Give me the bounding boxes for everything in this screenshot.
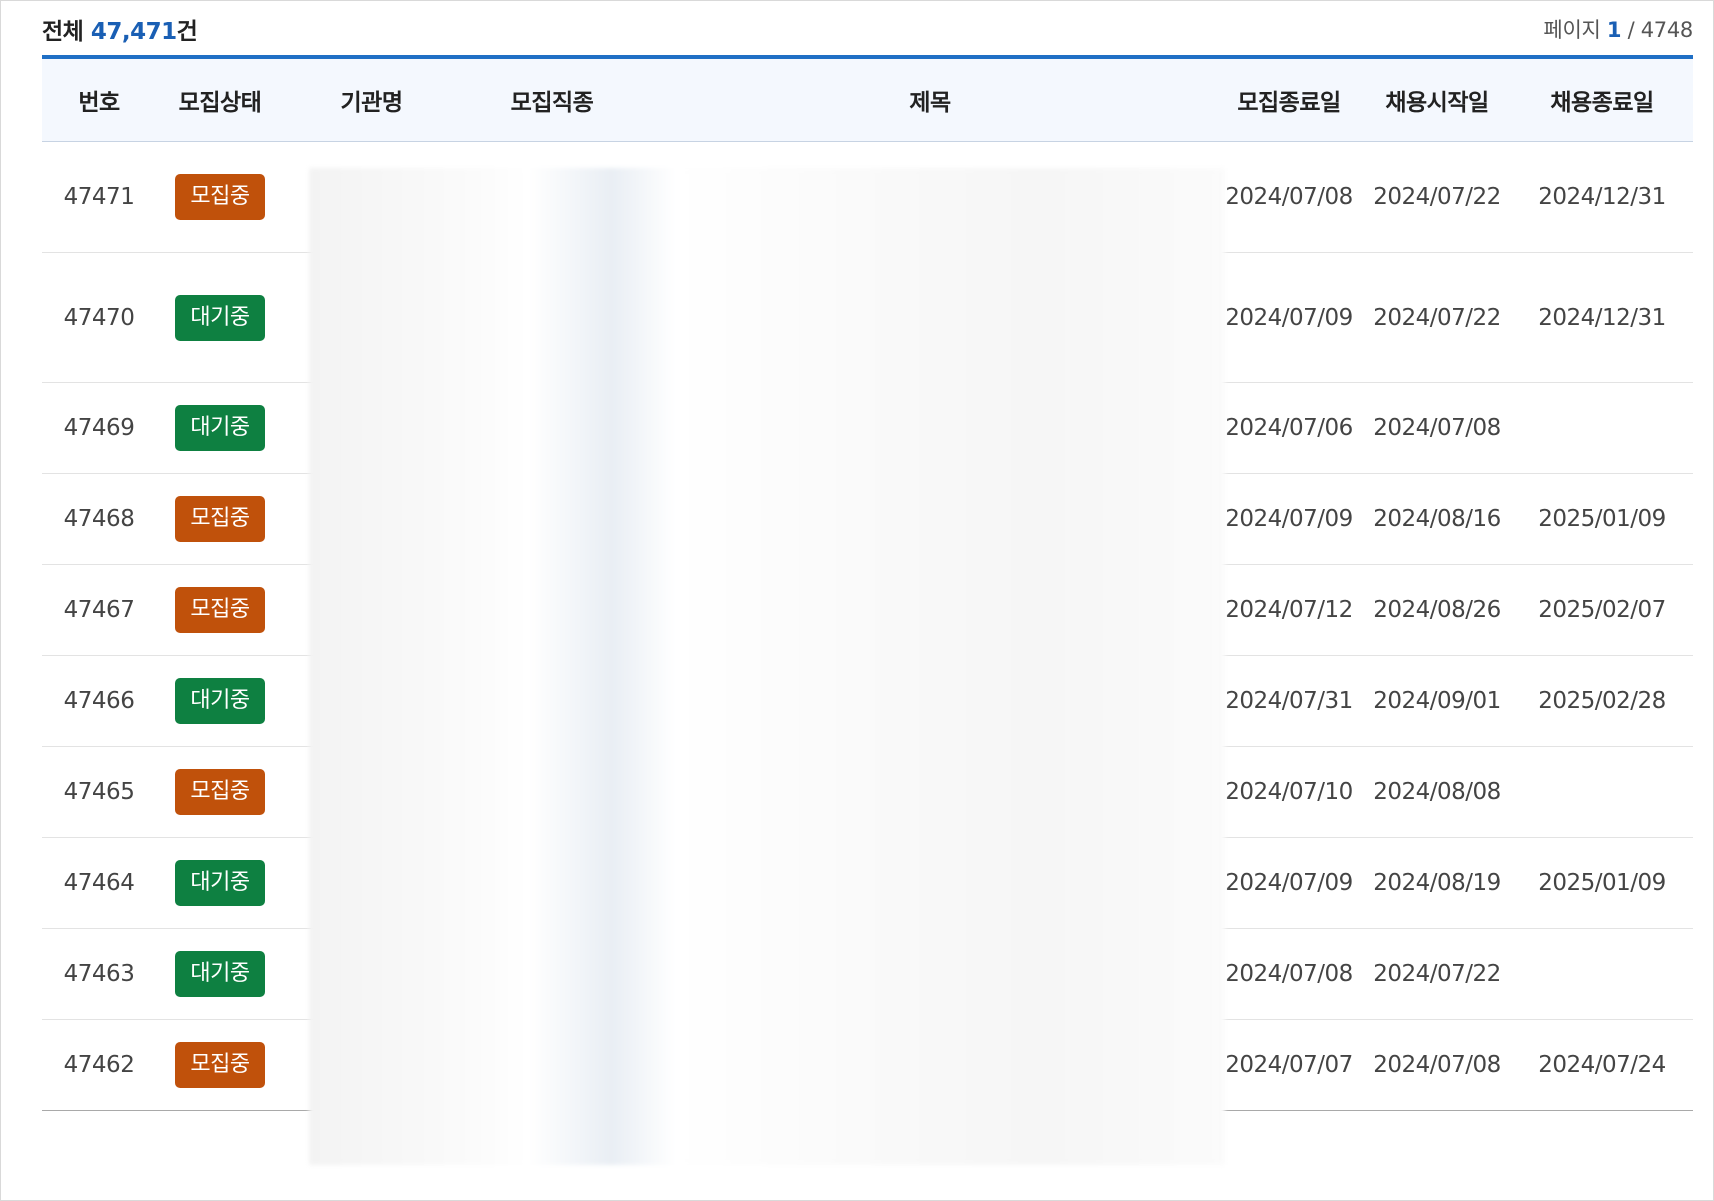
total-prefix: 전체 (42, 19, 84, 45)
hire-start-date: 2024/07/08 (1363, 382, 1511, 474)
status-cell: 대기중 (156, 382, 284, 474)
column-header-organization: 기관명 (284, 57, 459, 142)
recruit-end-date: 2024/07/31 (1215, 655, 1363, 747)
hire-end-date (1511, 382, 1693, 474)
row-number: 47470 (42, 252, 156, 383)
total-pages: 4748 (1640, 18, 1694, 42)
total-count: 전체 47,471건 (42, 12, 198, 46)
hire-start-date: 2024/07/22 (1363, 141, 1511, 253)
recruit-end-date: 2024/07/09 (1215, 473, 1363, 565)
page-indicator: 페이지 1 / 4748 (1543, 14, 1693, 44)
hire-start-date: 2024/07/22 (1363, 928, 1511, 1020)
column-header-status: 모집상태 (156, 57, 284, 142)
row-number: 47462 (63, 1052, 135, 1078)
row-number: 47471 (42, 141, 156, 253)
table-header-row: 번호 모집상태 기관명 모집직종 제목 모집종료일 채용시작일 채용종료일 (42, 57, 1693, 142)
status-badge: 대기중 (175, 405, 265, 451)
status-badge: 모집중 (175, 496, 265, 542)
status-cell: 모집중 (156, 141, 284, 253)
row-number: 47463 (42, 928, 156, 1020)
column-header-job-type: 모집직종 (459, 57, 645, 142)
job-list-panel: 전체 47,471건 페이지 1 / 4748 번호 모집상태 기관명 모집직종… (0, 0, 1714, 1201)
status-cell: 모집중 (156, 473, 284, 565)
hire-end-date: 2025/02/28 (1511, 655, 1693, 747)
hire-end-date: 2025/01/09 (1511, 837, 1693, 929)
recruit-end-date: 2024/07/09 (1215, 837, 1363, 929)
recruit-end-date: 2024/07/08 (1215, 928, 1363, 1020)
status-cell: 대기중 (156, 928, 284, 1020)
status-cell: 모집중 (156, 564, 284, 656)
hire-end-date: 2024/07/24 (1538, 1052, 1666, 1078)
page-label: 페이지 (1543, 18, 1601, 42)
row-number: 47467 (42, 564, 156, 656)
recruit-end-date: 2024/07/07 (1225, 1052, 1353, 1078)
hire-start-date: 2024/08/19 (1363, 837, 1511, 929)
recruit-end-date: 2024/07/09 (1215, 252, 1363, 383)
list-summary-bar: 전체 47,471건 페이지 1 / 4748 (42, 13, 1693, 45)
total-count-value: 47,471 (90, 19, 177, 45)
status-badge: 모집중 (175, 174, 265, 220)
recruit-end-date: 2024/07/12 (1215, 564, 1363, 656)
status-badge: 모집중 (175, 587, 265, 633)
row-number: 47468 (42, 473, 156, 565)
status-badge: 대기중 (175, 678, 265, 724)
row-number: 47465 (42, 746, 156, 838)
status-cell: 대기중 (156, 252, 284, 383)
column-header-hire-start: 채용시작일 (1363, 57, 1511, 142)
column-header-title: 제목 (645, 57, 1215, 142)
recruit-end-date: 2024/07/10 (1215, 746, 1363, 838)
hire-end-date (1511, 928, 1693, 1020)
hire-end-date: 2025/02/07 (1511, 564, 1693, 656)
recruit-end-date: 2024/07/08 (1215, 141, 1363, 253)
hire-end-date: 2024/12/31 (1511, 252, 1693, 383)
redacted-content-mask (309, 168, 1225, 1165)
hire-end-date: 2024/12/31 (1511, 141, 1693, 253)
current-page: 1 (1606, 18, 1622, 42)
status-cell: 대기중 (156, 837, 284, 929)
status-cell: 모집중 (156, 1020, 284, 1111)
status-badge: 대기중 (175, 294, 265, 341)
status-cell: 대기중 (156, 655, 284, 747)
status-badge: 모집중 (175, 1042, 265, 1088)
status-badge: 대기중 (175, 860, 265, 906)
row-number: 47464 (42, 837, 156, 929)
status-badge: 모집중 (175, 769, 265, 815)
column-header-number: 번호 (42, 57, 156, 142)
row-number: 47469 (42, 382, 156, 474)
hire-start-date: 2024/07/22 (1363, 252, 1511, 383)
column-header-recruit-end: 모집종료일 (1215, 57, 1363, 142)
page-separator: / (1627, 18, 1635, 42)
status-cell: 모집중 (156, 746, 284, 838)
total-suffix: 건 (176, 19, 198, 45)
hire-start-date: 2024/08/08 (1363, 746, 1511, 838)
column-header-hire-end: 채용종료일 (1511, 57, 1693, 142)
hire-end-date: 2025/01/09 (1511, 473, 1693, 565)
hire-start-date: 2024/08/26 (1363, 564, 1511, 656)
hire-start-date: 2024/07/08 (1373, 1052, 1501, 1078)
row-number: 47466 (42, 655, 156, 747)
recruit-end-date: 2024/07/06 (1215, 382, 1363, 474)
status-badge: 대기중 (175, 951, 265, 997)
hire-end-date (1511, 746, 1693, 838)
hire-start-date: 2024/08/16 (1363, 473, 1511, 565)
hire-start-date: 2024/09/01 (1363, 655, 1511, 747)
